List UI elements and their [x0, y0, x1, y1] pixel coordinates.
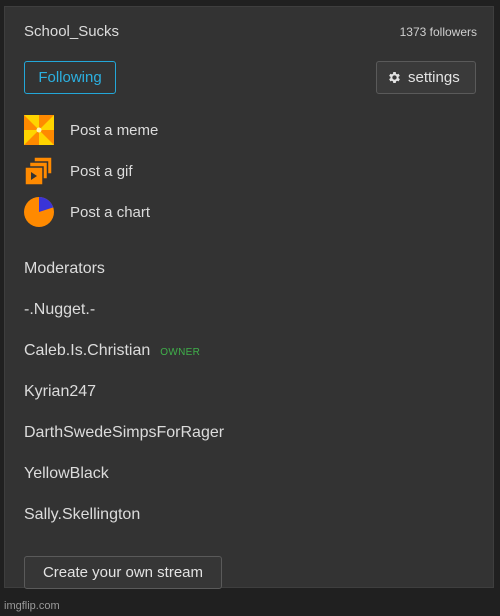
meme-icon [24, 115, 54, 145]
post-meme-label: Post a meme [70, 121, 159, 139]
gear-icon [389, 72, 400, 83]
moderator-name: Kyrian247 [24, 383, 97, 400]
post-chart-label: Post a chart [70, 203, 151, 221]
stream-panel: School_Sucks 1373 followers Following se… [4, 6, 494, 589]
post-chart-action[interactable]: Post a chart [24, 197, 150, 227]
moderator-link[interactable]: DarthSwedeSimpsForRager [24, 424, 224, 442]
imgflip-watermark: imgflip.com [4, 600, 60, 612]
moderator-link[interactable]: -.Nugget.- [24, 301, 95, 319]
moderator-name: Sally.Skellington [24, 506, 141, 523]
gif-icon [24, 156, 53, 186]
moderator-link[interactable]: YellowBlack [24, 465, 109, 483]
moderator-name: YellowBlack [24, 465, 109, 482]
owner-badge: OWNER [160, 347, 201, 358]
post-gif-action[interactable]: Post a gif [24, 156, 133, 186]
moderator-link[interactable]: Caleb.Is.Christian OWNER [24, 342, 200, 360]
settings-label: settings [408, 69, 460, 86]
following-button[interactable]: Following [24, 61, 116, 94]
settings-button[interactable]: settings [376, 61, 476, 94]
moderator-name: DarthSwedeSimpsForRager [24, 424, 225, 441]
chart-icon [24, 197, 54, 227]
post-meme-action[interactable]: Post a meme [24, 115, 158, 145]
stream-name[interactable]: School_Sucks [24, 23, 119, 40]
moderator-name: -.Nugget.- [24, 301, 96, 318]
moderator-name: Caleb.Is.Christian [24, 342, 151, 359]
create-stream-button[interactable]: Create your own stream [24, 556, 222, 589]
post-gif-label: Post a gif [70, 162, 133, 180]
moderators-heading: Moderators [24, 260, 105, 277]
moderator-link[interactable]: Sally.Skellington [24, 506, 140, 524]
moderator-link[interactable]: Kyrian247 [24, 383, 96, 401]
followers-count: 1373 followers [399, 25, 477, 39]
